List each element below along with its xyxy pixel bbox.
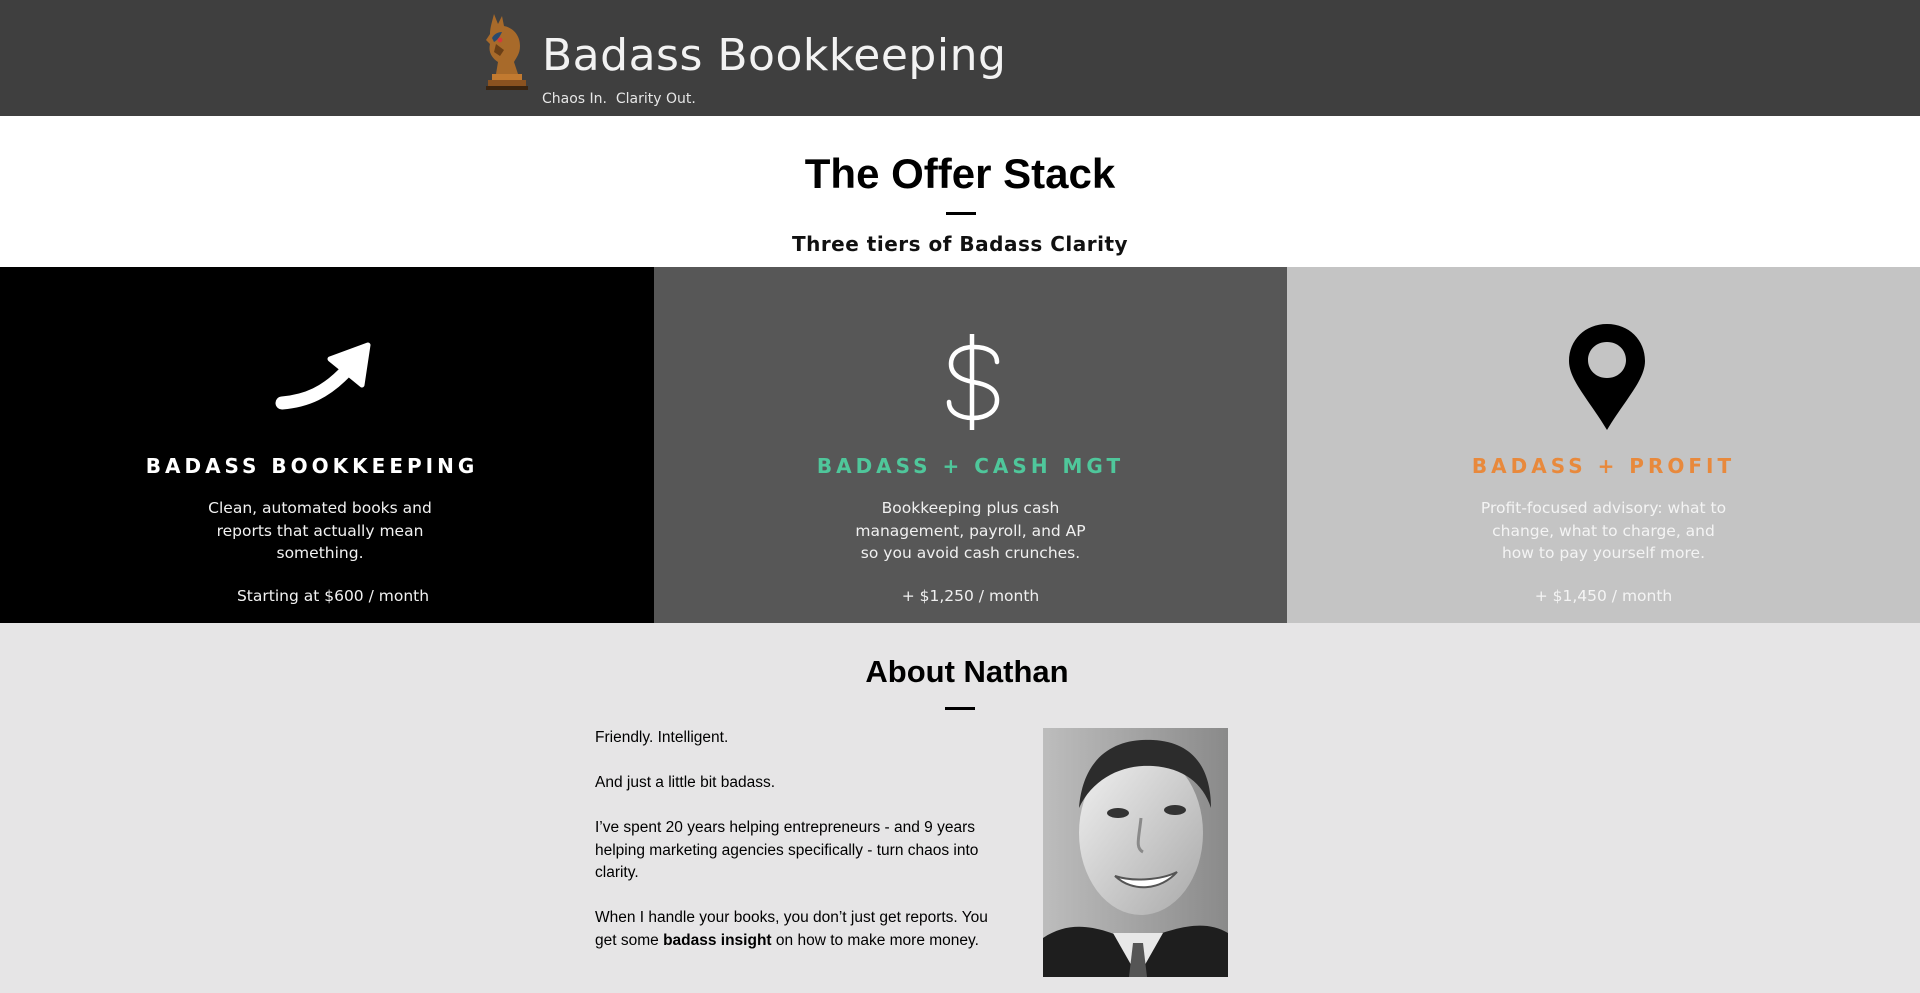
tier-name: BADASS + PROFIT [1471, 454, 1736, 478]
portrait-image [1043, 728, 1228, 977]
tier-price: + $1,250 / month [901, 587, 1040, 605]
site-tagline: Chaos In. Clarity Out. [542, 91, 696, 107]
offer-title: The Offer Stack [804, 150, 1116, 197]
tier-description: Profit-focused advisory: what to change,… [1480, 499, 1727, 562]
about-section: About Nathan Friendly. Intelligent. And … [0, 623, 1920, 993]
tier-price: + $1,450 / month [1534, 587, 1673, 605]
tier-profit: BADASS + PROFIT Profit-focused advisory:… [1287, 267, 1920, 623]
dollar-icon [946, 334, 999, 430]
about-bold-text: badass insight [663, 931, 772, 949]
about-paragraph: Friendly. Intelligent. [595, 729, 729, 746]
offer-subtitle: Three tiers of Badass Clarity [791, 232, 1129, 256]
site-title[interactable]: Badass Bookkeeping [542, 30, 1006, 81]
offer-divider [946, 212, 976, 215]
about-paragraph: And just a little bit badass. [595, 774, 776, 791]
about-title: About Nathan [865, 654, 1069, 689]
portrait-photo [1043, 728, 1228, 977]
tier-name: BADASS + CASH MGT [816, 454, 1125, 478]
tier-price: Starting at $600 / month [236, 587, 430, 605]
tier-cash-mgt: BADASS + CASH MGT Bookkeeping plus cash … [654, 267, 1287, 623]
arrow-up-right-icon [275, 342, 371, 410]
about-divider [945, 707, 975, 710]
about-paragraph: When I handle your books, you don’t just… [595, 907, 995, 952]
tier-name: BADASS BOOKKEEPING [145, 454, 479, 478]
about-text-span: on how to make more money. [771, 931, 979, 949]
map-pin-icon [1568, 324, 1645, 430]
horse-logo-icon[interactable] [484, 10, 530, 92]
site-header: Badass Bookkeeping Chaos In. Clarity Out… [0, 0, 1920, 116]
tier-bookkeeping: BADASS BOOKKEEPING Clean, automated book… [0, 267, 654, 623]
about-text: Friendly. Intelligent. And just a little… [595, 727, 995, 975]
tier-description: Bookkeeping plus cash management, payrol… [855, 499, 1086, 562]
tier-description: Clean, automated books and reports that … [208, 499, 432, 562]
about-paragraph: I’ve spent 20 years helping entrepreneur… [595, 819, 979, 881]
